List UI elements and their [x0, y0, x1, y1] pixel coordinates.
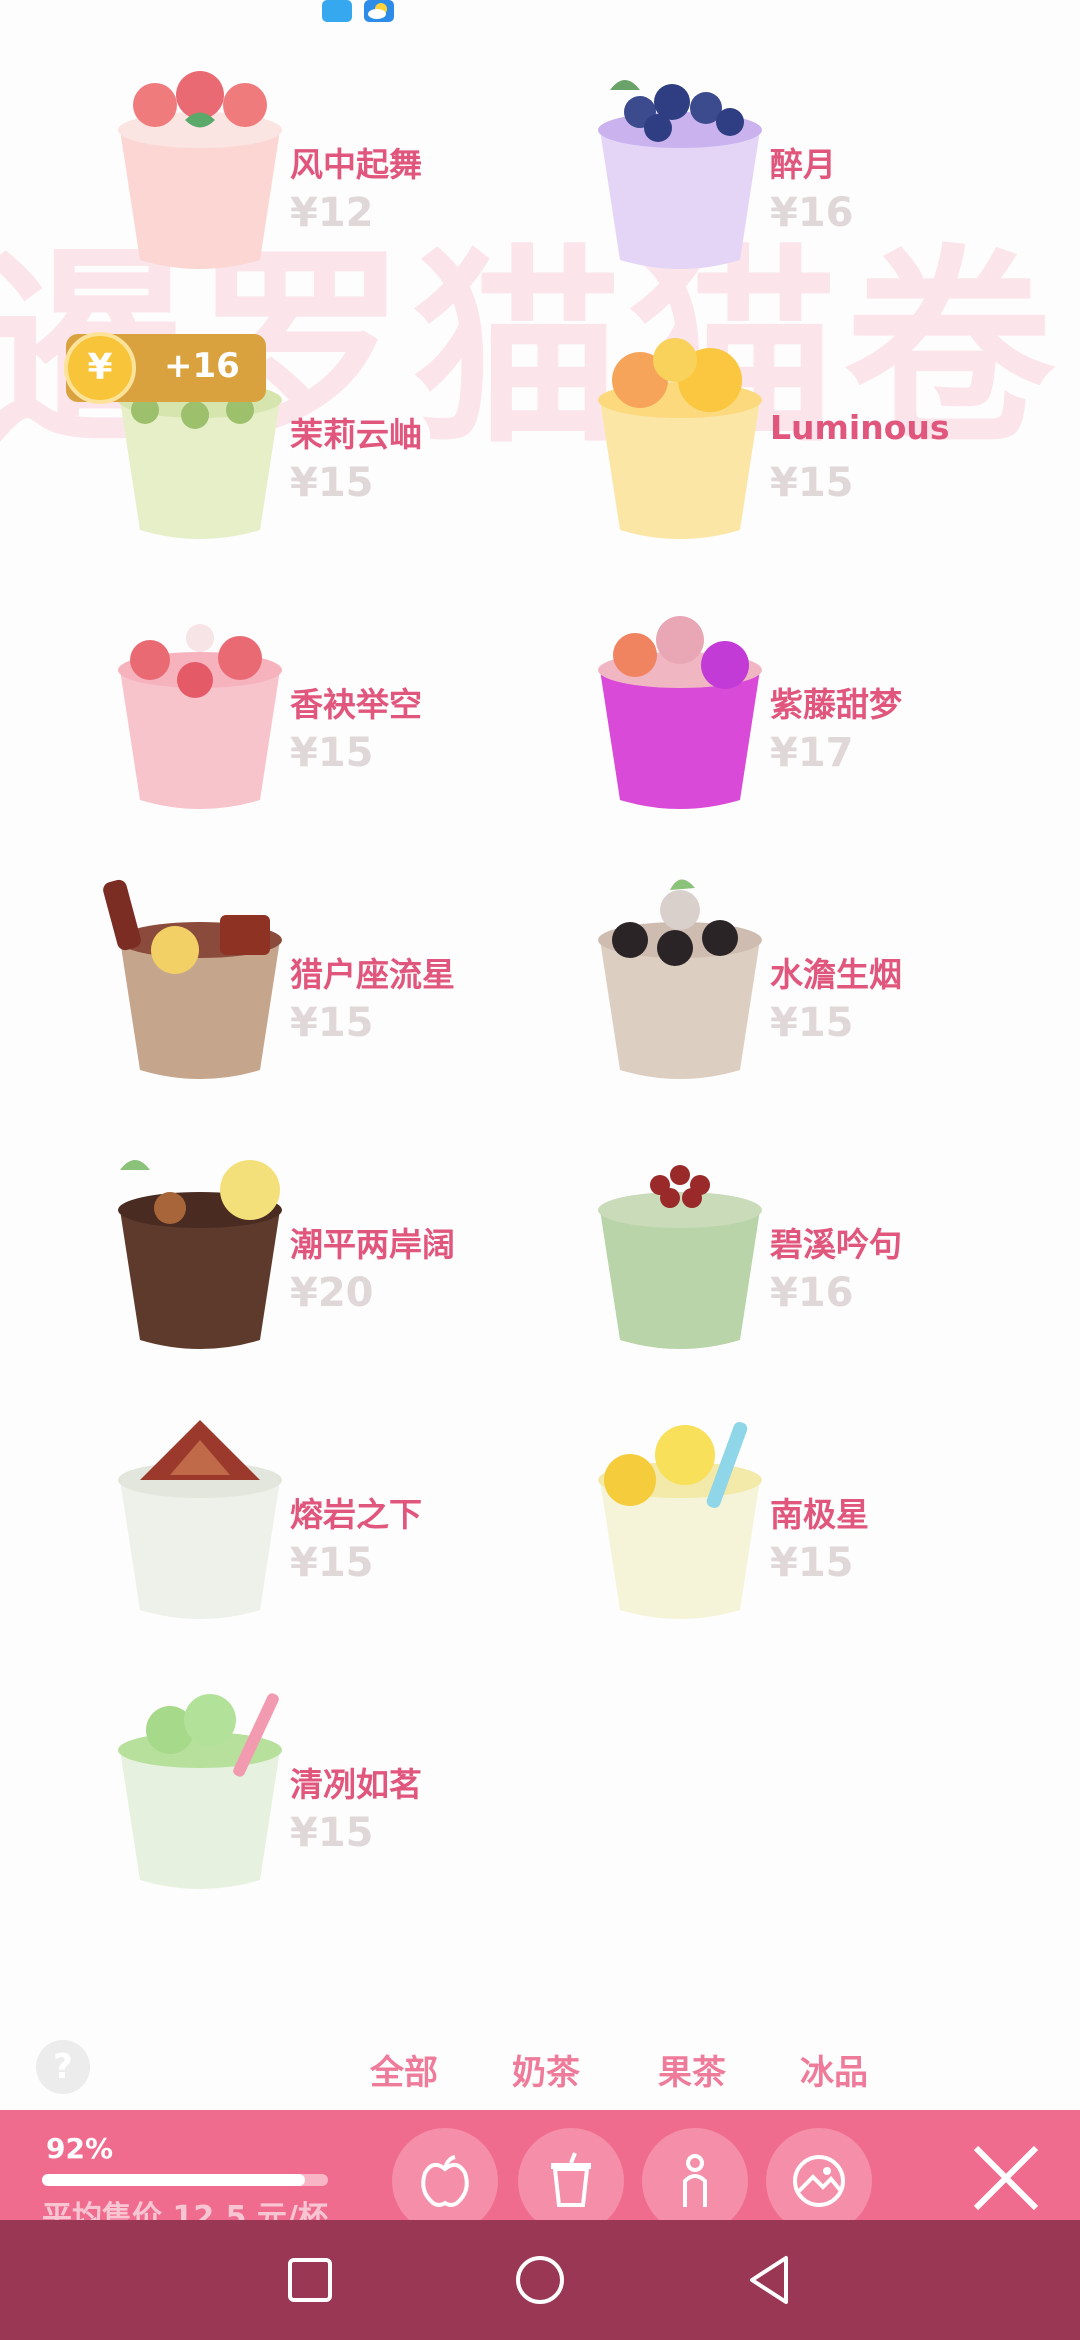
drink-price: ¥15	[290, 1540, 374, 1586]
menu-item[interactable]: 潮平两岸阔 ¥20	[100, 1130, 580, 1360]
drink-image	[580, 320, 780, 550]
drink-price: ¥16	[770, 1270, 854, 1316]
home-button[interactable]	[510, 2250, 570, 2310]
menu-item[interactable]: 猎户座流星 ¥15	[100, 860, 580, 1090]
drink-name: 醉月	[770, 145, 836, 184]
menu-item[interactable]: Luminous ¥15	[580, 320, 1060, 550]
drink-name: Luminous	[770, 408, 950, 447]
drink-name: 清冽如茗	[290, 1765, 422, 1804]
menu-item[interactable]: 风中起舞 ¥12	[100, 50, 580, 280]
tab-all[interactable]: 全部	[370, 2045, 438, 2094]
drink-image	[580, 860, 780, 1090]
drink-name: 碧溪吟句	[770, 1225, 902, 1264]
person-button[interactable]	[642, 2128, 748, 2234]
coin-icon: ¥	[64, 332, 136, 404]
menu-item[interactable]: 香袂举空 ¥15	[100, 590, 580, 820]
system-navbar	[0, 2220, 1080, 2340]
drink-name: 紫藤甜梦	[770, 685, 902, 724]
menu-item[interactable]: 醉月 ¥16	[580, 50, 1060, 280]
menu-item[interactable]: 南极星 ¥15	[580, 1400, 1060, 1630]
drink-image	[580, 590, 780, 820]
progress-bar	[42, 2174, 328, 2186]
drink-price: ¥15	[770, 1000, 854, 1046]
apple-button[interactable]	[392, 2128, 498, 2234]
menu-item[interactable]: 熔岩之下 ¥15	[100, 1400, 580, 1630]
drink-name: 南极星	[770, 1495, 869, 1534]
cup-icon	[551, 2152, 591, 2207]
triangle-back-icon	[750, 2256, 788, 2304]
drink-price: ¥17	[770, 730, 854, 776]
drink-image	[580, 1130, 780, 1360]
tab-ice[interactable]: 冰品	[800, 2045, 868, 2094]
drink-image	[100, 1400, 300, 1630]
drink-name: 熔岩之下	[290, 1495, 422, 1534]
drink-name: 风中起舞	[290, 145, 422, 184]
tab-milk-tea[interactable]: 奶茶	[512, 2045, 580, 2094]
drink-price: ¥15	[290, 460, 374, 506]
progress-percent: 92%	[46, 2132, 114, 2165]
menu-grid: 风中起舞 ¥12 醉月 ¥16 茉莉云岫 ¥15 Luminous ¥15 香袂…	[0, 0, 1080, 1980]
category-tabs: 全部 奶茶 果茶 冰品	[350, 2045, 910, 2095]
drink-price: ¥12	[290, 190, 374, 236]
drink-image	[100, 50, 300, 280]
drink-name: 香袂举空	[290, 685, 422, 724]
square-icon	[288, 2258, 332, 2302]
drink-price: ¥15	[290, 1000, 374, 1046]
menu-item[interactable]: 水澹生烟 ¥15	[580, 860, 1060, 1090]
drink-image	[100, 1670, 300, 1900]
cup-button[interactable]	[518, 2128, 624, 2234]
drink-image	[100, 590, 300, 820]
close-icon	[973, 2145, 1039, 2211]
coin-reward-text: +16	[164, 346, 240, 386]
drink-price: ¥15	[770, 1540, 854, 1586]
menu-item[interactable]: 紫藤甜梦 ¥17	[580, 590, 1060, 820]
drink-name: 潮平两岸阔	[290, 1225, 455, 1264]
drink-name: 猎户座流星	[290, 955, 455, 994]
recent-apps-button[interactable]	[280, 2250, 340, 2310]
menu-item[interactable]: 清冽如茗 ¥15	[100, 1670, 580, 1900]
drink-price: ¥15	[290, 1810, 374, 1856]
close-button[interactable]	[964, 2136, 1048, 2220]
drink-price: ¥15	[290, 730, 374, 776]
photo-icon	[793, 2155, 845, 2207]
back-button[interactable]	[740, 2250, 800, 2310]
menu-item[interactable]: 碧溪吟句 ¥16	[580, 1130, 1060, 1360]
bottom-toolbar: 92% 平均售价 12.5 元/杯	[0, 2110, 1080, 2235]
person-icon	[683, 2154, 707, 2207]
drink-price: ¥16	[770, 190, 854, 236]
coin-reward-badge: ¥ +16	[64, 332, 266, 404]
photo-button[interactable]	[766, 2128, 872, 2234]
drink-image	[100, 860, 300, 1090]
help-icon[interactable]: ?	[36, 2040, 90, 2094]
drink-image	[580, 50, 780, 280]
drink-price: ¥15	[770, 460, 854, 506]
drink-name: 茉莉云岫	[290, 415, 422, 454]
drink-image	[100, 1130, 300, 1360]
apple-icon	[421, 2155, 469, 2207]
tab-fruit-tea[interactable]: 果茶	[658, 2045, 726, 2094]
drink-price: ¥20	[290, 1270, 374, 1316]
drink-image	[580, 1400, 780, 1630]
circle-icon	[516, 2256, 564, 2304]
progress-fill	[42, 2174, 306, 2186]
drink-name: 水澹生烟	[770, 955, 902, 994]
